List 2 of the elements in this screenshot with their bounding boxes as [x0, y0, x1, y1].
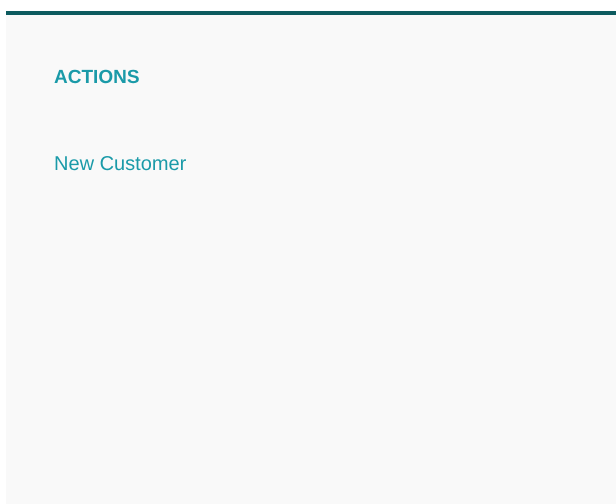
- action-link[interactable]: New Customer: [54, 152, 186, 176]
- panel-heading: ACTIONS: [54, 66, 140, 90]
